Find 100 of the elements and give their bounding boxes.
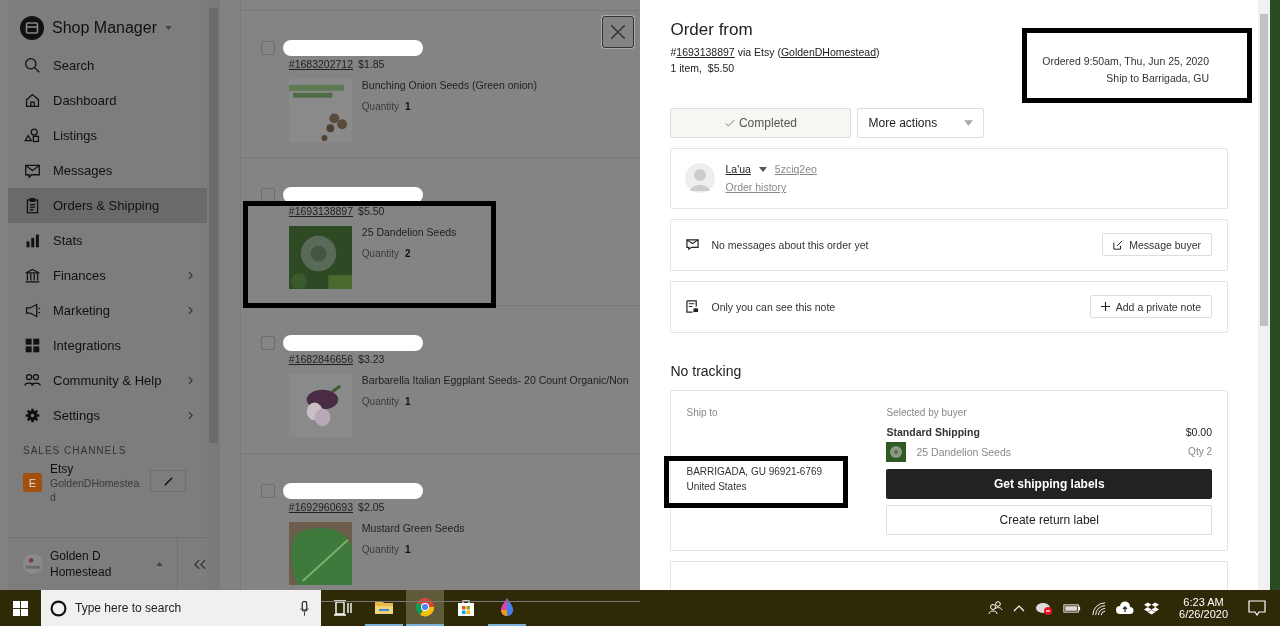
nav-item[interactable]: Finances: [8, 258, 207, 293]
product-title[interactable]: Barbarella Italian Eggplant Seeds- 20 Count Organic/Non: [361, 374, 629, 386]
search-icon: [24, 57, 41, 74]
caret-up-icon[interactable]: [1013, 604, 1026, 612]
add-note-button[interactable]: Add a private note: [1089, 295, 1212, 319]
caret-icon[interactable]: [758, 166, 767, 172]
circle-icon[interactable]: [50, 600, 67, 617]
order-number-link[interactable]: #1683202712: [288, 58, 354, 70]
nav-item[interactable]: Marketing: [8, 293, 207, 328]
product-title[interactable]: Mustard Green Seeds: [361, 522, 465, 534]
bars-icon: [24, 232, 41, 249]
people-icon: [24, 372, 41, 389]
clock-date[interactable]: 6/26/2020: [1179, 608, 1228, 620]
scrollbar[interactable]: [1258, 0, 1270, 590]
username-link[interactable]: 5zciq2eo: [774, 163, 817, 176]
quantity-value: 2: [405, 248, 411, 259]
checkbox[interactable]: [260, 188, 275, 202]
shipping-cost: $0.00: [1185, 425, 1212, 438]
via-text: via Etsy (: [737, 46, 781, 58]
megaphone-icon: [24, 302, 41, 319]
microphone-icon[interactable]: [300, 601, 309, 616]
collapse-icon[interactable]: [194, 558, 206, 570]
windows-logo-icon[interactable]: [13, 600, 28, 616]
quantity-value: 1: [405, 396, 411, 407]
clipboard-icon: [24, 197, 41, 214]
nav-item[interactable]: Community & Help: [8, 363, 207, 398]
return-label-button[interactable]: Create return label: [886, 504, 1212, 535]
buyer-name-link[interactable]: La'ua: [725, 163, 751, 176]
wifi-icon[interactable]: [1091, 600, 1107, 616]
clock-time[interactable]: 6:23 AM: [1183, 596, 1224, 608]
product-title[interactable]: 25 Dandelion Seeds: [361, 226, 457, 238]
quantity-label: Quantity: [361, 544, 400, 555]
order-price: $3.23: [358, 353, 385, 365]
status-button[interactable]: Completed: [670, 108, 852, 138]
nav-item[interactable]: Listings: [8, 118, 207, 153]
plus-icon: [1100, 302, 1110, 312]
nav-item[interactable]: Stats: [8, 223, 207, 258]
mail-icon: [24, 162, 41, 179]
quantity-label: Quantity: [361, 248, 400, 259]
home-icon: [24, 92, 41, 109]
message-icon: [686, 238, 700, 252]
pencil-icon: [162, 475, 174, 487]
nav-item[interactable]: Integrations: [8, 328, 207, 363]
order-date: Ordered 9:50am, Thu, Jun 25, 2020: [1042, 55, 1209, 67]
address-line: United States: [686, 480, 748, 492]
browser-icon[interactable]: [406, 590, 444, 626]
address-line: BARRIGADA, GU 96921-6769: [686, 465, 824, 477]
order-card[interactable]: #1682846656 $3.23 Barbarella Italian Eggplant Seeds- 20 Count Organic/Non Quantity 1: [240, 306, 641, 454]
channel-badge: E: [23, 473, 42, 492]
shop-avatar-icon: [22, 553, 44, 575]
hash-mark: #: [670, 46, 677, 58]
product-title[interactable]: Bunching Onion Seeds (Green onion): [361, 79, 537, 91]
shop-logo-icon: [20, 16, 44, 40]
people-icon[interactable]: [987, 600, 1004, 616]
order-number-link[interactable]: #1682846656: [288, 353, 354, 365]
quantity-label: Quantity: [361, 396, 400, 407]
section-heading: SALES CHANNELS: [23, 445, 128, 456]
grid-icon: [24, 337, 41, 354]
battery-icon[interactable]: [1063, 602, 1082, 614]
nav-item[interactable]: Orders & Shipping: [8, 188, 207, 223]
order-number-link[interactable]: 1693138897: [676, 46, 735, 58]
paren-text: ): [876, 46, 880, 58]
shapes-icon: [24, 127, 41, 144]
close-icon: [609, 23, 628, 41]
shipping-method: Standard Shipping: [886, 425, 980, 438]
ship-destination: Ship to Barrigada, GU: [1106, 72, 1209, 84]
get-labels-button[interactable]: Get shipping labels: [886, 468, 1212, 499]
bank-icon: [24, 267, 41, 284]
quantity-value: 1: [405, 544, 411, 555]
close-button[interactable]: [602, 16, 635, 48]
notification-icon[interactable]: [1248, 600, 1266, 616]
order-number-link[interactable]: #1692960693: [288, 501, 354, 513]
order-price: $1.85: [358, 58, 385, 70]
order-card[interactable]: #1693138897 $5.50 25 Dandelion Seeds Quantity 2: [240, 158, 641, 306]
item-quantity: Qty 2: [1188, 446, 1212, 458]
cloud-icon[interactable]: [1035, 600, 1054, 616]
check-icon: [724, 118, 735, 128]
nav-item[interactable]: Settings: [8, 398, 207, 433]
order-number-link[interactable]: #1693138897: [288, 205, 354, 217]
app-title[interactable]: Shop Manager: [52, 19, 157, 37]
more-actions-dropdown[interactable]: More actions: [857, 108, 985, 138]
dropbox-icon[interactable]: [1144, 601, 1160, 615]
message-status: No messages about this order yet: [711, 238, 870, 251]
nav-item[interactable]: Messages: [8, 153, 207, 188]
cloud-upload-icon[interactable]: [1116, 601, 1135, 615]
order-history-link[interactable]: Order history: [725, 181, 817, 194]
nav-item[interactable]: Dashboard: [8, 83, 207, 118]
taskbar-search-field[interactable]: Type here to search: [41, 590, 321, 626]
order-summary: 1 item, $5.50: [670, 62, 736, 74]
gear-icon: [24, 407, 41, 424]
avatar-icon: [685, 163, 716, 194]
message-buyer-button[interactable]: Message buyer: [1102, 233, 1212, 257]
nav-item[interactable]: Search: [8, 48, 207, 83]
selected-by-label: Selected by buyer: [886, 406, 968, 418]
section-heading: No tracking: [670, 362, 743, 379]
order-price: $2.05: [358, 501, 385, 513]
caret-icon: [964, 120, 974, 126]
shop-name[interactable]: Golden D Homestead: [50, 548, 150, 580]
channel-name[interactable]: Etsy: [50, 462, 142, 476]
channel-shop: GoldenDHomestead: [50, 476, 141, 504]
